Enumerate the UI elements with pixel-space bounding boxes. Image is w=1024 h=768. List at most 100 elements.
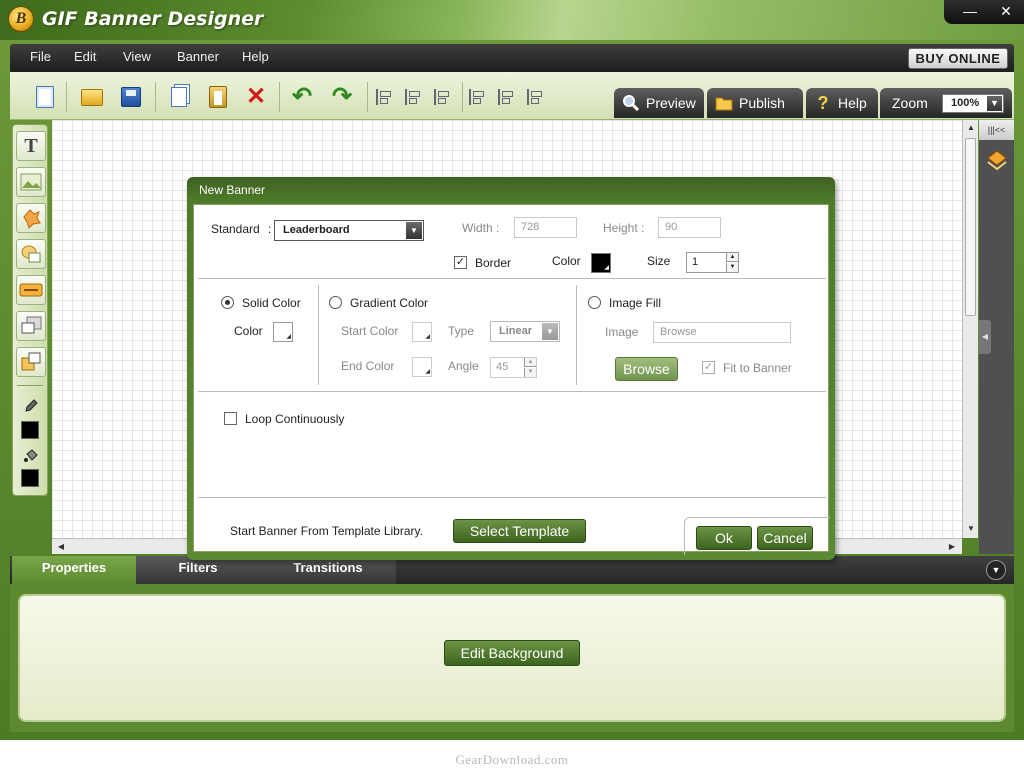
fill-bucket-icon[interactable]: [16, 441, 46, 471]
loop-checkbox[interactable]: [224, 412, 237, 425]
close-button[interactable]: ✕: [988, 0, 1024, 22]
collapse-panel-icon[interactable]: ▼: [986, 560, 1006, 580]
stroke-color-swatch[interactable]: [21, 421, 39, 439]
border-color-swatch[interactable]: ◢: [591, 253, 611, 273]
height-field[interactable]: 90: [658, 217, 721, 238]
text-tool-icon[interactable]: T: [16, 131, 46, 161]
solid-color-swatch[interactable]: ◢: [273, 322, 293, 342]
minimize-button[interactable]: —: [952, 0, 988, 22]
menu-edit[interactable]: Edit: [74, 49, 96, 64]
pencil-icon[interactable]: [16, 391, 46, 421]
new-file-icon[interactable]: [32, 84, 58, 110]
image-fill-label: Image Fill: [609, 296, 662, 310]
help-label: Help: [838, 95, 867, 111]
folder-icon: [715, 94, 733, 112]
redo-icon[interactable]: ↷: [329, 84, 355, 110]
solid-color-radio[interactable]: [221, 296, 234, 309]
start-color-swatch[interactable]: ◢: [412, 322, 432, 342]
undo-icon[interactable]: ↶: [289, 84, 315, 110]
dock-collapse-button[interactable]: |||<<: [979, 120, 1014, 140]
align-center-icon[interactable]: [400, 84, 426, 110]
menu-view[interactable]: View: [123, 49, 151, 64]
menu-banner[interactable]: Banner: [177, 49, 219, 64]
end-color-swatch[interactable]: ◢: [412, 357, 432, 377]
export-tool-icon[interactable]: [16, 347, 46, 377]
import-tool-icon[interactable]: [16, 311, 46, 341]
tab-filters[interactable]: Filters: [136, 556, 260, 584]
chevron-down-icon: ▼: [406, 222, 422, 239]
fit-to-banner-label: Fit to Banner: [723, 361, 792, 375]
bottom-tabbar: Properties Filters Transitions ▼: [10, 556, 1014, 584]
standard-select[interactable]: Leaderboard ▼: [274, 220, 424, 241]
buy-online-button[interactable]: BUY ONLINE: [908, 48, 1008, 69]
gradient-color-radio[interactable]: [329, 296, 342, 309]
clipart-tool-icon[interactable]: [16, 239, 46, 269]
start-color-label: Start Color: [341, 324, 399, 338]
edit-background-button[interactable]: Edit Background: [444, 640, 580, 666]
size-label: Size: [647, 254, 671, 268]
align-left-icon[interactable]: [371, 84, 397, 110]
shape-tool-icon[interactable]: [16, 203, 46, 233]
image-fill-radio[interactable]: [588, 296, 601, 309]
border-checkbox[interactable]: ✓: [454, 256, 467, 269]
browse-button[interactable]: Browse: [615, 357, 678, 381]
vertical-scroll-thumb[interactable]: [965, 138, 976, 316]
menu-help[interactable]: Help: [242, 49, 269, 64]
menu-file[interactable]: File: [30, 49, 51, 64]
angle-label: Angle: [448, 359, 479, 373]
select-template-button[interactable]: Select Template: [453, 519, 586, 543]
template-text: Start Banner From Template Library.: [230, 524, 423, 538]
delete-icon[interactable]: ✕: [243, 84, 269, 110]
align-middle-icon[interactable]: [493, 84, 519, 110]
fit-to-banner-checkbox[interactable]: ✓: [702, 361, 715, 374]
help-button[interactable]: ? Help: [806, 88, 878, 118]
tab-properties[interactable]: Properties: [12, 556, 136, 584]
save-icon[interactable]: [118, 84, 144, 110]
scroll-right-icon[interactable]: ▶: [945, 540, 959, 554]
scroll-up-icon[interactable]: ▲: [964, 121, 978, 135]
menu-bar: File Edit View Banner Help BUY ONLINE: [10, 44, 1014, 72]
stepper-up-icon[interactable]: ▲: [726, 253, 738, 262]
cancel-button[interactable]: Cancel: [757, 526, 813, 550]
divider: [576, 285, 577, 385]
type-label: Type: [448, 324, 475, 338]
scroll-down-icon[interactable]: ▼: [964, 522, 978, 536]
ok-button[interactable]: Ok: [696, 526, 752, 550]
divider: [198, 497, 826, 498]
app-logo-icon: B: [8, 6, 34, 32]
layers-icon[interactable]: [983, 146, 1010, 176]
image-tool-icon[interactable]: [16, 167, 46, 197]
width-field[interactable]: 728: [514, 217, 577, 238]
chevron-down-icon: ▼: [542, 323, 558, 340]
preview-button[interactable]: Preview: [614, 88, 704, 118]
divider: [198, 391, 826, 392]
gradient-type-select[interactable]: Linear ▼: [490, 321, 560, 342]
chevron-down-icon: ▼: [987, 96, 1002, 111]
align-bottom-icon[interactable]: [522, 84, 548, 110]
stepper-up-icon[interactable]: ▲: [524, 358, 536, 367]
align-top-icon[interactable]: [464, 84, 490, 110]
layers-dock: |||<< ◀: [979, 120, 1014, 554]
border-color-label: Color: [552, 254, 581, 268]
open-folder-icon[interactable]: [79, 84, 105, 110]
copy-icon[interactable]: [166, 84, 192, 110]
title-bar: B GIF Banner Designer — ✕: [0, 0, 1024, 40]
paste-icon[interactable]: [205, 84, 231, 110]
align-right-icon[interactable]: [429, 84, 455, 110]
vertical-scrollbar[interactable]: ▲ ▼: [962, 120, 978, 538]
border-label: Border: [475, 256, 512, 270]
stepper-down-icon[interactable]: ▼: [524, 368, 536, 377]
stepper-down-icon[interactable]: ▼: [726, 263, 738, 272]
app-title: GIF Banner Designer: [42, 8, 264, 30]
button-tool-icon[interactable]: [16, 275, 46, 305]
publish-button[interactable]: Publish: [707, 88, 803, 118]
fill-color-swatch[interactable]: [21, 469, 39, 487]
zoom-select[interactable]: 100% ▼: [942, 94, 1004, 113]
scroll-left-icon[interactable]: ◀: [54, 540, 68, 554]
border-size-stepper[interactable]: 1 ▲ ▼: [686, 252, 739, 273]
tab-transitions[interactable]: Transitions: [260, 556, 396, 584]
dock-grip-icon[interactable]: ◀: [979, 320, 991, 354]
image-path-field[interactable]: Browse: [653, 322, 791, 343]
zoom-value: 100%: [951, 97, 980, 109]
angle-stepper[interactable]: 45 ▲ ▼: [490, 357, 537, 378]
